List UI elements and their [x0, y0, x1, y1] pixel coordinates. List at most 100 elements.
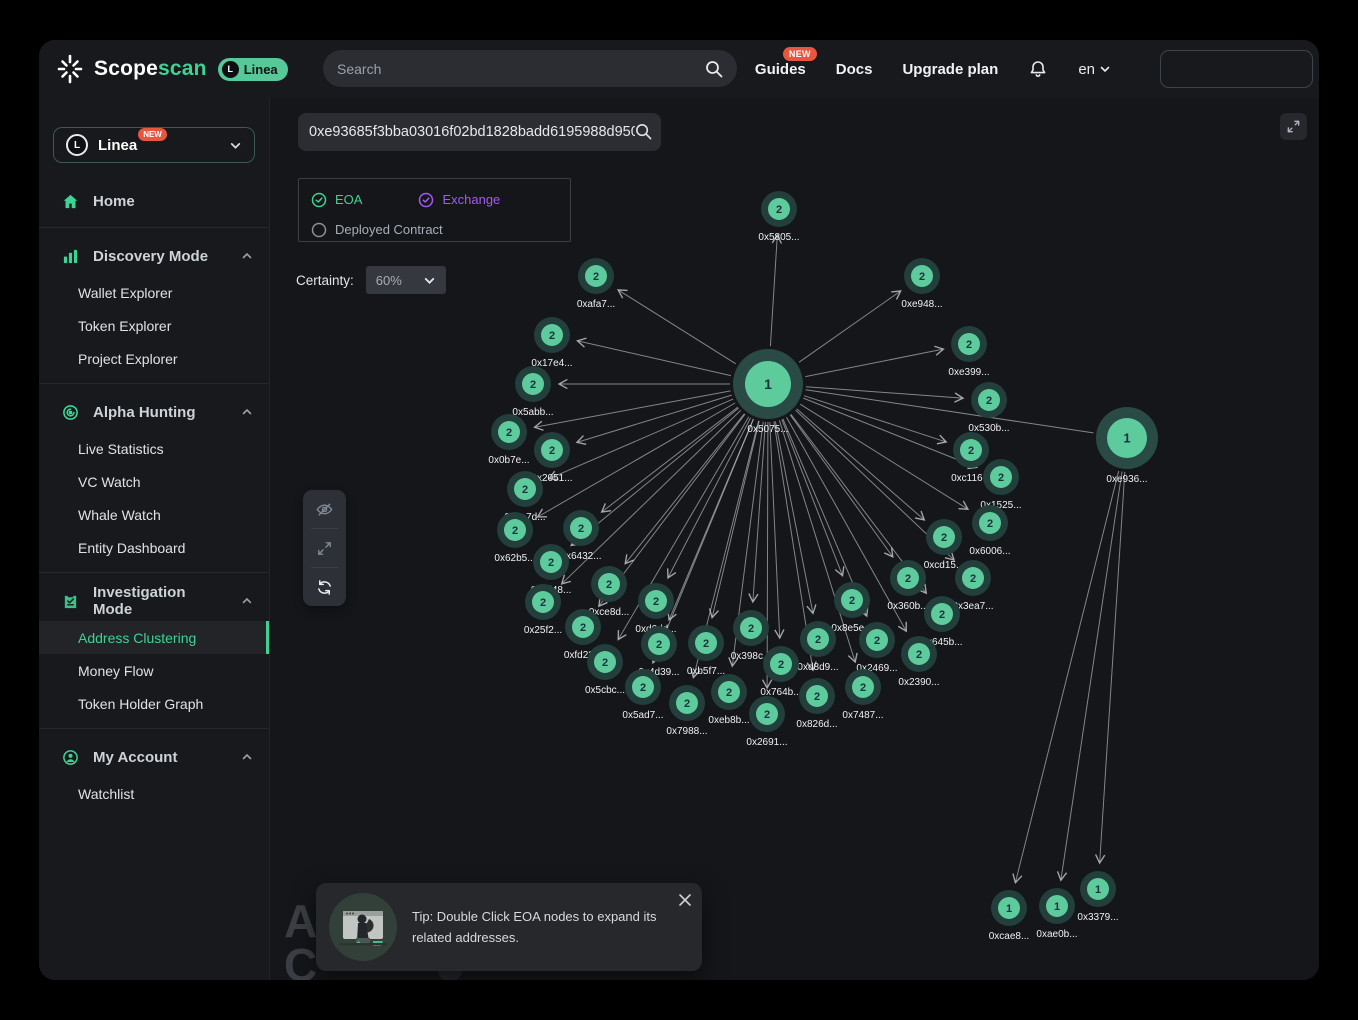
sidebar-section-alpha-hunting[interactable]: Alpha Hunting — [39, 392, 269, 432]
eye-off-icon — [315, 500, 334, 519]
svg-text:2: 2 — [998, 472, 1004, 484]
sidebar-item-vc-watch[interactable]: VC Watch — [39, 465, 269, 498]
connect-wallet-button[interactable] — [1160, 50, 1313, 88]
fit-view-button[interactable] — [303, 529, 346, 567]
graph-edge — [626, 414, 745, 563]
network-selector[interactable]: L LineaNEW — [53, 127, 255, 163]
graph-node-0x5805[interactable]: 20x5805... — [758, 191, 799, 243]
sidebar-item-entity-dashboard[interactable]: Entity Dashboard — [39, 531, 269, 564]
sidebar-section-investigation-mode[interactable]: Investigation Mode — [39, 581, 269, 621]
sidebar-item-money-flow[interactable]: Money Flow — [39, 654, 269, 687]
graph-node-0x6006[interactable]: 20x6006... — [969, 505, 1010, 557]
graph-node-0x3379[interactable]: 10x3379... — [1077, 871, 1118, 923]
svg-text:2: 2 — [778, 659, 784, 671]
svg-text:2: 2 — [941, 532, 947, 544]
nav-guides[interactable]: Guides NEW — [755, 61, 806, 78]
graph-edge — [619, 290, 736, 363]
refresh-button[interactable] — [303, 568, 346, 606]
graph-edge — [803, 398, 976, 467]
graph-node-0xae0b[interactable]: 10xae0b... — [1036, 888, 1077, 940]
graph-node-0xe399[interactable]: 20xe399... — [948, 326, 989, 378]
filter-exchange[interactable]: Exchange — [418, 192, 500, 208]
svg-text:2: 2 — [522, 484, 528, 496]
certainty-dropdown[interactable]: 60% — [366, 266, 446, 294]
search-input[interactable] — [323, 61, 704, 77]
graph-node-0x764b[interactable]: 20x764b... — [760, 646, 801, 698]
sidebar-section-discovery-mode[interactable]: Discovery Mode — [39, 236, 269, 276]
sidebar-item-home[interactable]: Home — [39, 183, 269, 219]
graph-node-0x5cbc[interactable]: 20x5cbc... — [585, 644, 625, 696]
filter-eoa[interactable]: EOA — [311, 192, 362, 208]
nav-upgrade-plan[interactable]: Upgrade plan — [902, 61, 998, 78]
sidebar-item-wallet-explorer[interactable]: Wallet Explorer — [39, 276, 269, 309]
scopescan-logo-icon — [55, 54, 85, 84]
graph-node-0x360b[interactable]: 20x360b... — [887, 560, 928, 612]
graph-node-0x7988[interactable]: 20x7988... — [666, 685, 707, 737]
graph-node-0x3ea7[interactable]: 20x3ea7... — [952, 560, 993, 612]
graph-node-0x2691[interactable]: 20x2691... — [746, 696, 787, 748]
fullscreen-button[interactable] — [1280, 113, 1307, 140]
graph-node-0xd8d9[interactable]: 20xd8d9... — [797, 621, 838, 673]
notifications-bell-icon[interactable] — [1028, 59, 1048, 79]
filter-deployed-contract[interactable]: Deployed Contract — [311, 222, 443, 238]
graph-node-0x826d[interactable]: 20x826d... — [796, 678, 837, 730]
address-input[interactable] — [298, 113, 661, 151]
nav-docs[interactable]: Docs — [836, 61, 873, 78]
sidebar-item-token-holder-graph[interactable]: Token Holder Graph — [39, 687, 269, 720]
empty-circle-icon — [311, 222, 327, 238]
chevron-up-icon — [241, 406, 253, 418]
graph-node-0x62b5[interactable]: 20x62b5... — [494, 512, 535, 564]
graph-node-0xce8d[interactable]: 20xce8d... — [589, 566, 630, 618]
svg-text:0x2390...: 0x2390... — [898, 677, 939, 688]
app-window: Scopescan L Linea Guides NEW Docs Upgrad… — [39, 40, 1319, 980]
graph-node-0xcae8[interactable]: 10xcae8... — [989, 890, 1030, 942]
graph-node-0x7487[interactable]: 20x7487... — [842, 669, 883, 721]
graph-node-0x398c[interactable]: 20x398c... — [731, 610, 772, 662]
sidebar-section-my-account[interactable]: My Account — [39, 737, 269, 777]
graph-node-0x17e4[interactable]: 20x17e4... — [531, 317, 572, 369]
graph-node-0x2469[interactable]: 20x2469... — [856, 622, 897, 674]
graph-node-0x530b[interactable]: 20x530b... — [968, 382, 1009, 434]
sidebar-item-project-explorer[interactable]: Project Explorer — [39, 342, 269, 375]
graph-node-0xcd15[interactable]: 20xcd15... — [924, 519, 965, 571]
svg-text:0x530b...: 0x530b... — [968, 423, 1009, 434]
graph-node-0x25f2[interactable]: 20x25f2... — [524, 584, 562, 636]
svg-text:0x826d...: 0x826d... — [796, 719, 837, 730]
graph-node-0x0b7e[interactable]: 20x0b7e... — [488, 414, 529, 466]
brand[interactable]: Scopescan L Linea — [55, 54, 288, 84]
graph-node-0xb5f7[interactable]: 20xb5f7... — [687, 625, 725, 677]
graph-node-0xeb8b[interactable]: 20xeb8b... — [708, 674, 749, 726]
sidebar-item-live-statistics[interactable]: Live Statistics — [39, 432, 269, 465]
graph-node-0xafa7[interactable]: 20xafa7... — [577, 258, 615, 310]
brand-name: Scopescan — [94, 57, 207, 81]
hide-labels-button[interactable] — [303, 490, 346, 528]
graph-edges — [536, 236, 1125, 882]
search-icon[interactable] — [704, 59, 724, 79]
svg-text:2: 2 — [653, 596, 659, 608]
tip-illustration — [329, 893, 397, 961]
graph-edge — [712, 421, 759, 617]
language-selector[interactable]: en — [1078, 61, 1111, 78]
graph-node-0x1525[interactable]: 20x1525... — [980, 459, 1021, 511]
graph-node-0x5ad7[interactable]: 20x5ad7... — [622, 669, 663, 721]
chevron-up-icon — [241, 595, 253, 607]
graph-node-0xe948[interactable]: 20xe948... — [901, 258, 942, 310]
svg-text:2: 2 — [849, 595, 855, 607]
chevron-down-icon — [229, 139, 242, 152]
graph-node-0x2390[interactable]: 20x2390... — [898, 636, 939, 688]
close-icon[interactable] — [678, 893, 692, 907]
svg-text:2: 2 — [726, 687, 732, 699]
search-icon[interactable] — [634, 122, 653, 141]
sidebar-item-watchlist[interactable]: Watchlist — [39, 777, 269, 810]
graph-edge — [790, 415, 892, 556]
sidebar-item-token-explorer[interactable]: Token Explorer — [39, 309, 269, 342]
graph-edge — [536, 391, 731, 427]
graph-node-0xe936[interactable]: 10xe936... — [1096, 407, 1158, 485]
sidebar-item-whale-watch[interactable]: Whale Watch — [39, 498, 269, 531]
svg-text:2: 2 — [640, 682, 646, 694]
fullscreen-icon — [1286, 119, 1301, 134]
graph-node-0x5abb[interactable]: 20x5abb... — [512, 366, 553, 418]
clipboard-edit-icon — [62, 593, 79, 610]
graph-edge — [602, 407, 738, 511]
sidebar-item-address-clustering[interactable]: Address Clustering — [39, 621, 269, 654]
